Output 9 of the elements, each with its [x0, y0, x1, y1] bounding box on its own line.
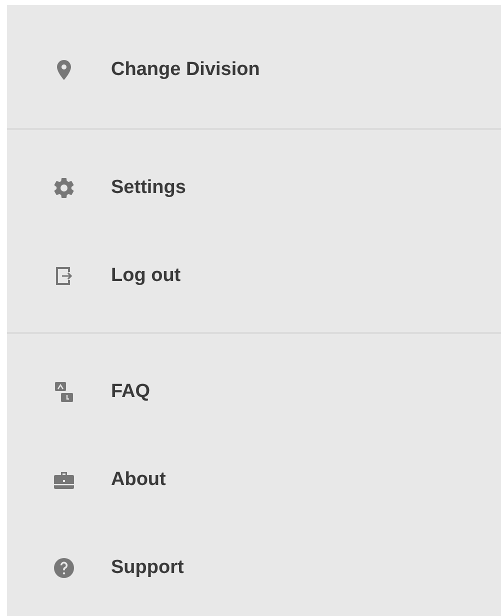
settings-icon: [52, 176, 76, 200]
menu-item[interactable]: Settings: [7, 144, 501, 232]
menu-item[interactable]: Log out: [7, 232, 501, 320]
help-icon: [52, 556, 76, 580]
menu-item[interactable]: Change Division: [7, 26, 501, 114]
menu-item[interactable]: FAQ: [7, 348, 501, 436]
menu-item[interactable]: Support: [7, 524, 501, 612]
menu-item[interactable]: About: [7, 436, 501, 524]
faq-icon: [52, 380, 76, 404]
